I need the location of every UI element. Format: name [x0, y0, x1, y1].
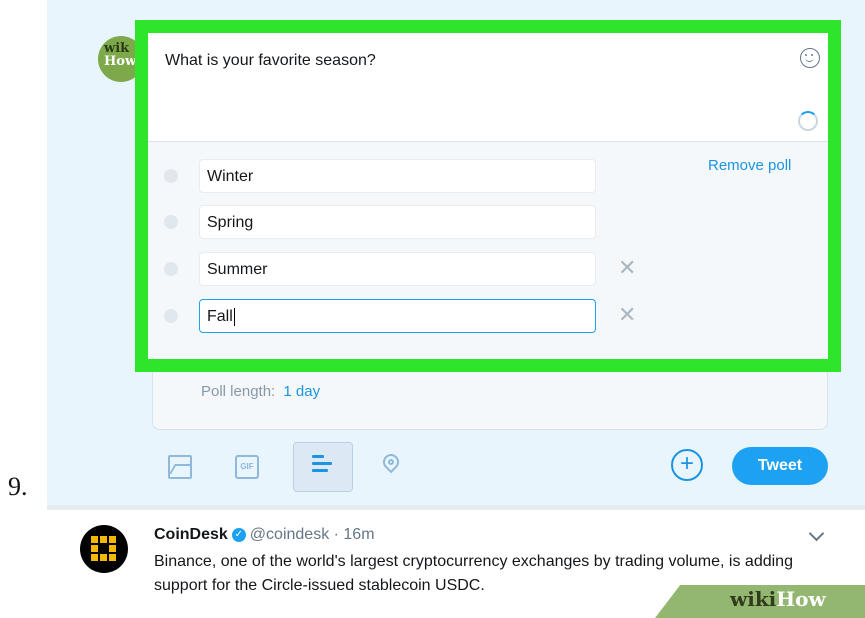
poll-option-input-active[interactable]: Fall	[199, 299, 596, 333]
tweet-author-name[interactable]: CoinDesk	[154, 526, 228, 543]
media-icon[interactable]	[168, 455, 192, 479]
remove-option-icon[interactable]: ✕	[618, 302, 636, 328]
poll-option-input[interactable]: Summer	[199, 252, 596, 286]
poll-option-row: Winter	[148, 159, 828, 193]
tweet-textarea[interactable]: What is your favorite season?	[148, 33, 828, 141]
radio-icon	[164, 262, 178, 276]
radio-icon	[164, 309, 178, 323]
twitter-screen: wik How Poll length: 1 day What is your …	[47, 0, 865, 618]
poll-icon	[312, 455, 336, 479]
wikihow-watermark: wikiHow	[730, 587, 826, 611]
poll-length-value[interactable]: 1 day	[283, 383, 320, 400]
remove-option-icon[interactable]: ✕	[618, 255, 636, 281]
chevron-down-icon[interactable]	[808, 525, 825, 542]
progress-ring-icon	[798, 111, 818, 131]
poll-option-row: Spring	[148, 205, 828, 239]
tweet-header: CoinDesk ✓ @coindesk · 16m	[154, 526, 375, 544]
poll-option-row: Fall ✕	[148, 299, 828, 333]
poll-button[interactable]	[293, 442, 353, 492]
poll-options-area: Remove poll Winter Spring Summer ✕ Fall …	[148, 141, 828, 359]
poll-option-text: Fall	[207, 308, 233, 326]
radio-icon	[164, 215, 178, 229]
location-icon[interactable]	[383, 454, 403, 478]
emoji-icon[interactable]	[800, 48, 820, 68]
coindesk-avatar[interactable]	[80, 525, 128, 573]
add-tweet-icon[interactable]: +	[671, 449, 703, 481]
highlight-box: What is your favorite season? Remove pol…	[135, 20, 841, 372]
poll-option-input[interactable]: Spring	[199, 205, 596, 239]
poll-length[interactable]: Poll length: 1 day	[201, 383, 320, 400]
poll-length-label: Poll length:	[201, 383, 276, 400]
poll-option-input[interactable]: Winter	[199, 159, 596, 193]
poll-option-row: Summer ✕	[148, 252, 828, 286]
tweet-button[interactable]: Tweet	[732, 447, 828, 485]
radio-icon	[164, 169, 178, 183]
verified-icon: ✓	[231, 527, 246, 542]
tweet-handle-time: @coindesk · 16m	[249, 526, 375, 543]
text-caret	[233, 308, 235, 326]
poll-question[interactable]: What is your favorite season?	[165, 52, 376, 70]
step-number: 9.	[8, 472, 28, 501]
gif-icon[interactable]: GIF	[235, 455, 259, 479]
